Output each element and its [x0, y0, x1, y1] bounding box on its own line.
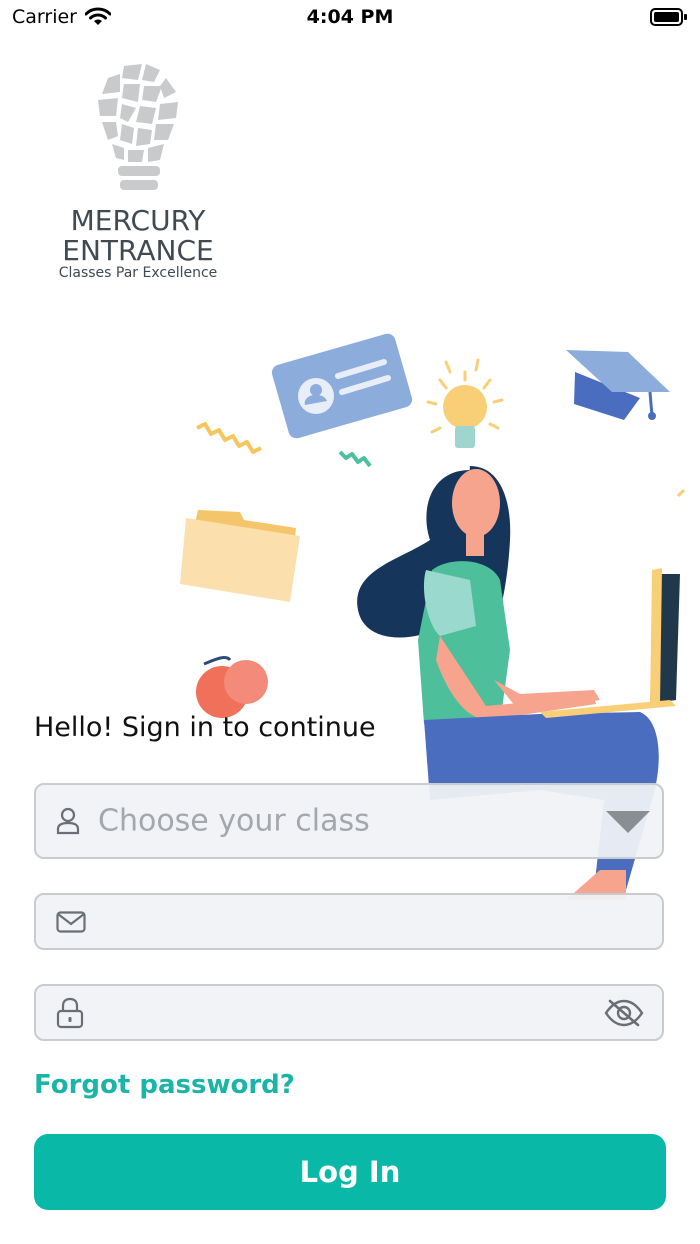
folder-icon: [180, 510, 300, 602]
idea-bulb-icon: [426, 358, 504, 448]
login-button-label: Log In: [299, 1155, 401, 1189]
mail-icon: [56, 910, 86, 933]
graduation-cap-icon: [566, 350, 670, 420]
status-bar: Carrier 4:04 PM: [0, 0, 700, 36]
class-select-placeholder: Choose your class: [98, 803, 370, 839]
lightbulb-logo-icon: [98, 64, 178, 190]
email-field[interactable]: [34, 893, 664, 950]
sign-in-heading: Hello! Sign in to continue: [34, 712, 376, 743]
lock-icon: [56, 997, 84, 1028]
apple-icon: [196, 656, 268, 718]
user-icon: [56, 807, 80, 835]
login-button[interactable]: Log In: [34, 1134, 666, 1210]
brand-line-2: ENTRANCE: [62, 234, 214, 267]
status-time: 4:04 PM: [306, 6, 394, 28]
class-select[interactable]: Choose your class: [34, 783, 664, 859]
battery-icon: [650, 8, 687, 26]
eye-off-icon[interactable]: [604, 998, 644, 1028]
app-logo: MERCURY ENTRANCE Classes Par Excellence: [58, 62, 218, 287]
brand-tagline: Classes Par Excellence: [58, 265, 218, 281]
dropdown-arrow-icon[interactable]: [606, 809, 650, 833]
brand-line-1: MERCURY: [70, 204, 206, 237]
password-field[interactable]: [34, 984, 664, 1041]
student-laptop-illustration: [180, 333, 686, 900]
id-card-icon: [271, 333, 413, 439]
forgot-password-link[interactable]: Forgot password?: [34, 1070, 295, 1100]
